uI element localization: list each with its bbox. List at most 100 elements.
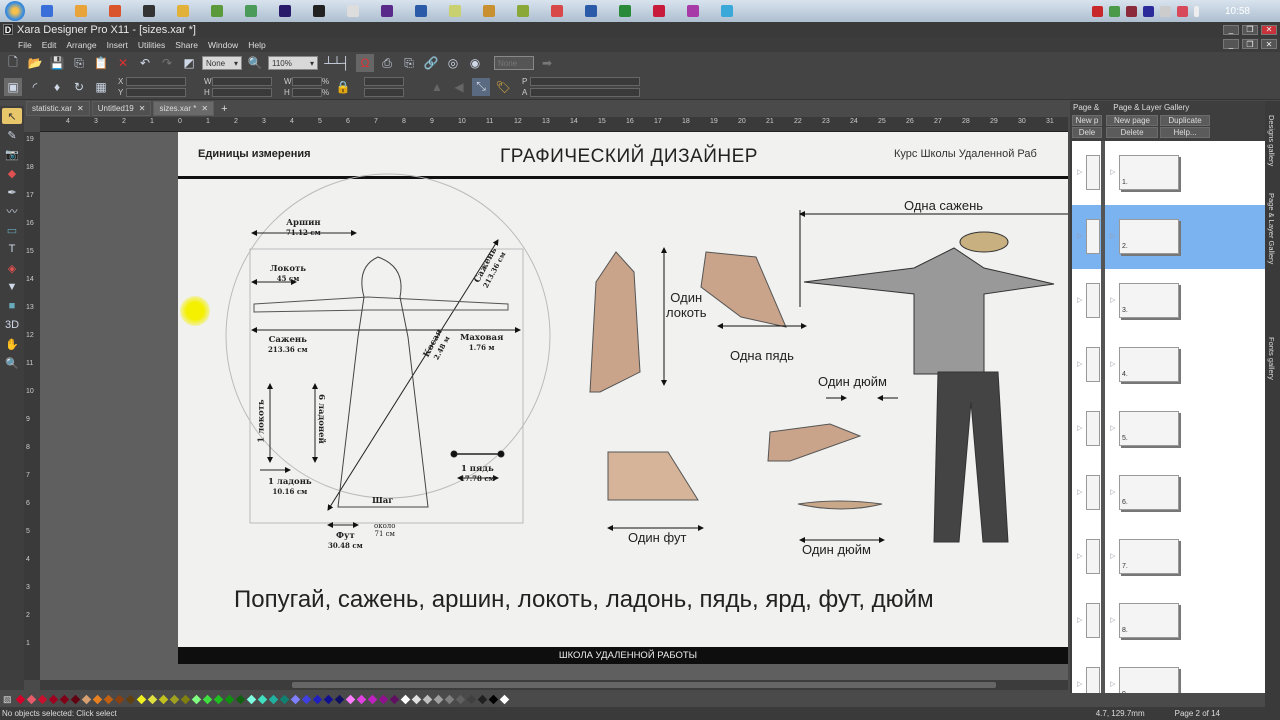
rotate-handles-icon[interactable]: ◜ bbox=[26, 78, 44, 96]
menu-utilities[interactable]: Utilities bbox=[138, 40, 165, 50]
color-swatch[interactable] bbox=[114, 694, 124, 704]
p-field[interactable] bbox=[530, 76, 640, 86]
start-button[interactable] bbox=[0, 0, 30, 22]
minimize-button[interactable]: _ bbox=[1223, 24, 1239, 35]
color-swatch[interactable] bbox=[202, 694, 212, 704]
doc-minimize-button[interactable]: _ bbox=[1223, 39, 1239, 49]
publish-icon[interactable]: ◉ bbox=[466, 54, 484, 72]
transparency-icon[interactable]: ◩ bbox=[180, 54, 198, 72]
color-swatch[interactable] bbox=[246, 694, 256, 704]
photo-tool-icon[interactable]: 📷 bbox=[2, 146, 22, 162]
freehand-tool-icon[interactable]: 〰 bbox=[2, 203, 22, 219]
color-swatch[interactable] bbox=[26, 694, 36, 704]
zoom-icon[interactable]: 🔍 bbox=[246, 54, 264, 72]
color-swatch[interactable] bbox=[70, 694, 80, 704]
taskbar-app-button[interactable] bbox=[101, 1, 129, 21]
color-swatch[interactable] bbox=[257, 694, 267, 704]
tab-untitled19[interactable]: Untitled19 ✕ bbox=[91, 101, 152, 116]
taskbar-app-button[interactable] bbox=[271, 1, 299, 21]
taskbar-app-button[interactable] bbox=[679, 1, 707, 21]
page-layer-gallery-tab[interactable]: Page & Layer Gallery bbox=[1267, 193, 1276, 264]
expand-icon[interactable]: ▷ bbox=[1110, 680, 1115, 688]
color-swatch[interactable] bbox=[136, 694, 146, 704]
tab-statistic[interactable]: statistic.xar ✕ bbox=[26, 101, 90, 116]
transparency-tool-icon[interactable]: ▼ bbox=[2, 279, 22, 295]
delete-icon[interactable]: ✕ bbox=[114, 54, 132, 72]
tray-icon[interactable] bbox=[1091, 5, 1103, 17]
horizontal-ruler[interactable]: 4 3 2 1 0 1 2 3 4 5 6 7 8 9 10 11 12 13 14 15 16 17 18 19 20 21 22… bbox=[40, 117, 1082, 132]
w-scale-field[interactable] bbox=[292, 76, 322, 86]
redo-icon[interactable]: ↷ bbox=[158, 54, 176, 72]
color-swatch[interactable] bbox=[301, 694, 311, 704]
color-swatch[interactable] bbox=[290, 694, 300, 704]
h-field[interactable] bbox=[212, 87, 272, 97]
color-swatch[interactable] bbox=[345, 694, 355, 704]
color-swatch[interactable] bbox=[15, 694, 25, 704]
expand-icon[interactable]: ▷ bbox=[1077, 552, 1082, 560]
y-field[interactable] bbox=[126, 87, 186, 97]
rectangle-tool-icon[interactable]: ▭ bbox=[2, 222, 22, 238]
expand-icon[interactable]: ▷ bbox=[1077, 616, 1082, 624]
selector-tool-icon[interactable]: ↖ bbox=[2, 108, 22, 124]
ruler-icon[interactable]: ┴┴┤ bbox=[322, 54, 352, 72]
color-swatch[interactable] bbox=[389, 694, 399, 704]
taskbar-app-button[interactable] bbox=[339, 1, 367, 21]
expand-icon[interactable]: ▷ bbox=[1110, 360, 1115, 368]
tab-sizes[interactable]: sizes.xar * ✕ bbox=[153, 101, 215, 116]
expand-icon[interactable]: ▷ bbox=[1110, 296, 1115, 304]
expand-icon[interactable]: ▷ bbox=[1077, 232, 1082, 240]
blend-select[interactable]: None ▾ bbox=[202, 56, 242, 70]
undo-icon[interactable]: ↶ bbox=[136, 54, 154, 72]
skew-field[interactable] bbox=[364, 87, 404, 97]
x-field[interactable] bbox=[126, 76, 186, 86]
color-swatch[interactable] bbox=[180, 694, 190, 704]
arrow-right-icon[interactable]: ➡ bbox=[538, 54, 556, 72]
taskbar-app-button[interactable] bbox=[407, 1, 435, 21]
zoom-select[interactable]: 110% ▾ bbox=[268, 56, 318, 70]
doc-close-button[interactable]: ✕ bbox=[1261, 39, 1277, 49]
grid-icon[interactable]: ▦ bbox=[92, 78, 110, 96]
tab-close-icon[interactable]: ✕ bbox=[77, 104, 84, 113]
expand-icon[interactable]: ▷ bbox=[1077, 296, 1082, 304]
color-swatch[interactable] bbox=[367, 694, 377, 704]
menu-edit[interactable]: Edit bbox=[42, 40, 57, 50]
3d-tool-icon[interactable]: 3D bbox=[2, 317, 22, 333]
taskbar-app-button[interactable] bbox=[475, 1, 503, 21]
taskbar-app-button[interactable] bbox=[577, 1, 605, 21]
scrollbar-thumb[interactable] bbox=[292, 682, 996, 688]
taskbar-app-button[interactable] bbox=[237, 1, 265, 21]
menu-arrange[interactable]: Arrange bbox=[66, 40, 96, 50]
menu-insert[interactable]: Insert bbox=[107, 40, 128, 50]
color-swatch[interactable] bbox=[356, 694, 366, 704]
none-select[interactable]: None bbox=[494, 56, 534, 70]
color-swatch[interactable] bbox=[411, 694, 421, 704]
gallery-tab-title[interactable]: Page & Layer Gallery bbox=[1113, 103, 1189, 112]
new-page-button-short[interactable]: New p bbox=[1072, 115, 1102, 126]
shadow-tool-icon[interactable]: ■ bbox=[2, 298, 22, 314]
lock-aspect-icon[interactable]: 🔒 bbox=[334, 78, 352, 96]
horizontal-scrollbar[interactable] bbox=[40, 680, 1068, 690]
tag-icon[interactable]: 🏷 bbox=[494, 78, 512, 96]
save-icon[interactable]: 💾 bbox=[48, 54, 66, 72]
tray-icon[interactable] bbox=[1125, 5, 1137, 17]
canvas[interactable]: Единицы измерения ГРАФИЧЕСКИЙ ДИЗАЙНЕР К… bbox=[40, 132, 1068, 680]
color-swatch[interactable] bbox=[59, 694, 69, 704]
menu-window[interactable]: Window bbox=[208, 40, 238, 50]
close-button[interactable]: ✕ bbox=[1261, 24, 1277, 35]
link-icon[interactable]: 🔗 bbox=[422, 54, 440, 72]
export-icon[interactable]: ⎘ bbox=[400, 54, 418, 72]
color-swatch[interactable] bbox=[323, 694, 333, 704]
a-field[interactable] bbox=[530, 87, 640, 97]
color-swatch[interactable] bbox=[378, 694, 388, 704]
zoom-tool-icon[interactable]: 🔍 bbox=[2, 355, 22, 371]
color-swatch[interactable] bbox=[499, 694, 509, 704]
color-swatch[interactable] bbox=[279, 694, 289, 704]
color-swatch[interactable] bbox=[334, 694, 344, 704]
doc-restore-button[interactable]: ❐ bbox=[1242, 39, 1258, 49]
taskbar-app-button[interactable] bbox=[441, 1, 469, 21]
color-swatch[interactable] bbox=[103, 694, 113, 704]
copy-icon[interactable]: ⎘ bbox=[70, 54, 88, 72]
signal-icon[interactable] bbox=[1159, 5, 1171, 17]
taskbar-app-button[interactable] bbox=[373, 1, 401, 21]
tab-close-icon[interactable]: ✕ bbox=[139, 104, 146, 113]
